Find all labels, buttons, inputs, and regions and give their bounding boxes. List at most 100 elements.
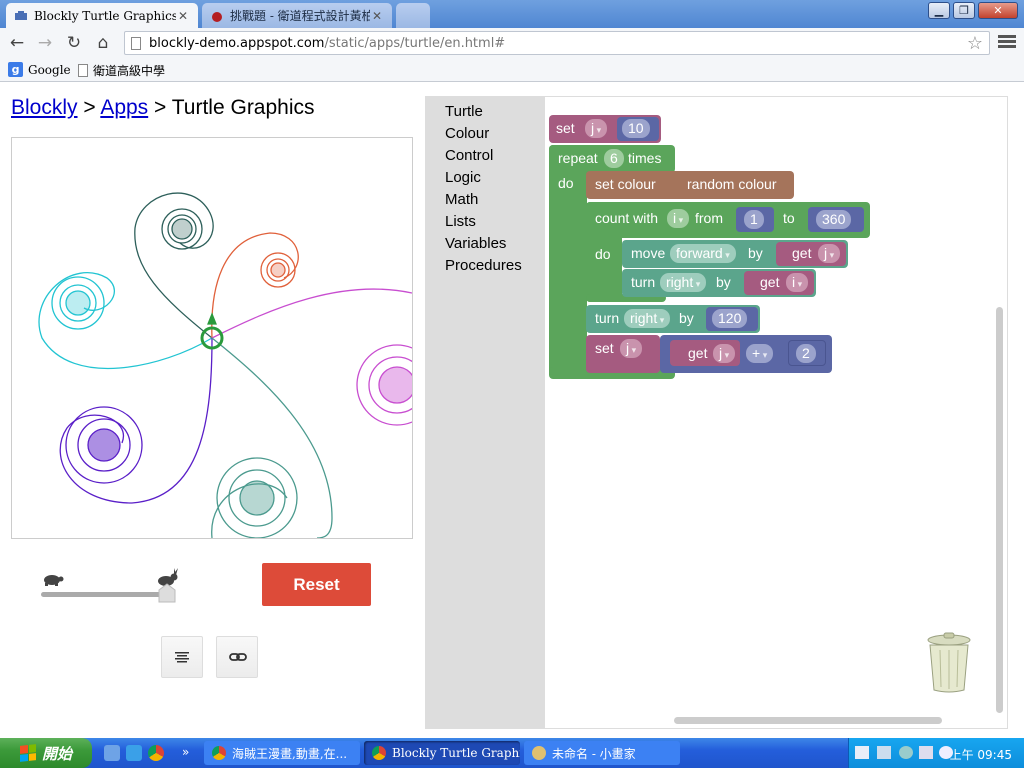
turn-label: turn: [595, 310, 620, 326]
from-label: from: [695, 210, 723, 226]
turn-right-get-i-block[interactable]: turn right by get i: [622, 269, 816, 297]
do-label: do: [558, 175, 574, 191]
reload-icon[interactable]: ↻: [63, 32, 85, 54]
speed-slider-handle[interactable]: [158, 583, 176, 603]
task-label: 未命名 - 小畫家: [552, 746, 636, 761]
network-icon[interactable]: [919, 746, 933, 759]
bookmark-school[interactable]: 衛道高級中學: [78, 62, 165, 79]
new-tab-button[interactable]: [396, 3, 430, 28]
toolbox-category-procedures[interactable]: Procedures: [426, 255, 545, 277]
toolbox-category-logic[interactable]: Logic: [426, 167, 545, 189]
do-label: do: [595, 246, 611, 262]
system-tray: 上午 09:45: [848, 738, 1024, 768]
taskbar-item-paint[interactable]: 未命名 - 小畫家: [524, 741, 680, 765]
number-field[interactable]: 10: [622, 119, 650, 138]
to-number-field[interactable]: 360: [816, 210, 852, 229]
taskbar-item-blockly[interactable]: Blockly Turtle Graphi...: [364, 741, 520, 765]
set-colour-label: set colour: [595, 176, 656, 192]
tab-blockly-turtle[interactable]: Blockly Turtle Graphics ✕: [6, 3, 198, 28]
get-label: get: [760, 274, 780, 290]
turtle-drawing: [38, 192, 412, 538]
maximize-button[interactable]: ❐: [953, 2, 975, 19]
breadcrumb-separator: >: [77, 96, 101, 119]
page-icon: [131, 36, 141, 50]
browser-titlebar: Blockly Turtle Graphics ✕ 挑戰題 - 衛道程式設計黃柏…: [0, 0, 1024, 28]
by-label: by: [748, 245, 763, 261]
block-toolbox: Turtle Colour Control Logic Math Lists V…: [426, 97, 545, 728]
keyboard-icon[interactable]: [855, 746, 869, 759]
variable-dropdown[interactable]: j: [620, 339, 643, 358]
operator-dropdown[interactable]: +: [746, 344, 774, 363]
breadcrumb-separator: >: [148, 96, 172, 119]
repeat-count-field[interactable]: 6: [604, 149, 624, 168]
toolbox-category-colour[interactable]: Colour: [426, 123, 545, 145]
speed-slider-track[interactable]: [41, 592, 171, 597]
number-field[interactable]: 2: [796, 344, 816, 363]
turn-right-120-block[interactable]: turn right by 120: [586, 305, 760, 333]
repeat-label: repeat: [558, 150, 598, 166]
chrome-menu-icon[interactable]: [998, 33, 1016, 51]
reset-button[interactable]: Reset: [262, 563, 371, 606]
bookmark-label: Google: [28, 62, 71, 77]
number-field[interactable]: 120: [712, 309, 748, 328]
start-label: 開始: [41, 744, 72, 763]
show-desktop-icon[interactable]: [104, 745, 120, 761]
address-bar[interactable]: blockly-demo.appspot.com/static/apps/tur…: [124, 31, 990, 55]
variable-dropdown[interactable]: j: [713, 344, 736, 363]
breadcrumb-blockly-link[interactable]: Blockly: [11, 96, 78, 119]
tab-label: Blockly Turtle Graphics: [34, 8, 176, 23]
move-label: move: [631, 245, 666, 261]
variable-dropdown[interactable]: j: [818, 244, 841, 263]
turn-label: turn: [631, 274, 656, 290]
help-icon[interactable]: [877, 746, 891, 759]
back-arrow-icon[interactable]: ←: [6, 32, 28, 54]
move-forward-block[interactable]: move forward by get j: [622, 240, 848, 268]
direction-dropdown[interactable]: forward: [670, 244, 736, 263]
by-label: by: [679, 310, 694, 326]
variable-dropdown[interactable]: j: [585, 119, 608, 138]
tab-challenge[interactable]: 挑戰題 - 衛道程式設計黃柏 ✕: [202, 3, 392, 28]
taskbar-item-chrome-manga[interactable]: 海賊王漫畫,動畫,在...: [204, 741, 360, 765]
url-path: /static/apps/turtle/en.html#: [324, 35, 506, 51]
link-button[interactable]: [216, 636, 258, 678]
forward-arrow-icon[interactable]: →: [34, 32, 56, 54]
bookmark-google[interactable]: g Google: [8, 62, 71, 77]
minimize-button[interactable]: ▁: [928, 2, 950, 19]
tab-close-icon[interactable]: ✕: [176, 9, 190, 23]
toolbox-category-lists[interactable]: Lists: [426, 211, 545, 233]
toolbox-category-variables[interactable]: Variables: [426, 233, 545, 255]
page-title: Turtle Graphics: [171, 96, 315, 119]
toolbox-category-turtle[interactable]: Turtle: [426, 101, 545, 123]
set-colour-block[interactable]: set colour random colour: [586, 171, 794, 199]
show-code-button[interactable]: [161, 636, 203, 678]
set-j-block[interactable]: set j 10: [549, 115, 661, 143]
variable-dropdown[interactable]: i: [786, 273, 809, 292]
turtle-canvas: [11, 137, 413, 539]
bookmark-star-icon[interactable]: ☆: [967, 33, 983, 54]
tray-expand-icon[interactable]: [899, 746, 913, 759]
toolbox-category-math[interactable]: Math: [426, 189, 545, 211]
workspace-vertical-scrollbar[interactable]: [996, 307, 1003, 713]
direction-dropdown[interactable]: right: [660, 273, 707, 292]
breadcrumb-apps-link[interactable]: Apps: [100, 96, 148, 119]
random-colour-value[interactable]: random colour: [687, 175, 777, 194]
toolbox-category-control[interactable]: Control: [426, 145, 545, 167]
trash-can-icon[interactable]: [924, 632, 974, 694]
tab-close-icon[interactable]: ✕: [370, 9, 384, 23]
windows-taskbar: 開始 » 海賊王漫畫,動畫,在... Blockly Turtle Graphi…: [0, 738, 1024, 768]
close-window-button[interactable]: ✕: [978, 2, 1018, 19]
blockly-workspace[interactable]: Turtle Colour Control Logic Math Lists V…: [425, 96, 1008, 729]
ie-icon[interactable]: [126, 745, 142, 761]
breadcrumb: Blockly > Apps > Turtle Graphics: [11, 96, 315, 120]
variable-dropdown[interactable]: i: [667, 209, 690, 228]
from-number-field[interactable]: 1: [744, 210, 764, 229]
home-icon[interactable]: ⌂: [92, 32, 114, 54]
chrome-icon: [372, 746, 386, 760]
start-button[interactable]: 開始: [0, 738, 92, 768]
direction-dropdown[interactable]: right: [624, 309, 671, 328]
google-icon: g: [8, 62, 23, 77]
chrome-icon[interactable]: [148, 745, 164, 761]
set-j-increment-block[interactable]: set j get j + 2: [586, 335, 832, 373]
quicklaunch-more-icon[interactable]: »: [182, 745, 198, 761]
workspace-horizontal-scrollbar[interactable]: [674, 717, 942, 724]
